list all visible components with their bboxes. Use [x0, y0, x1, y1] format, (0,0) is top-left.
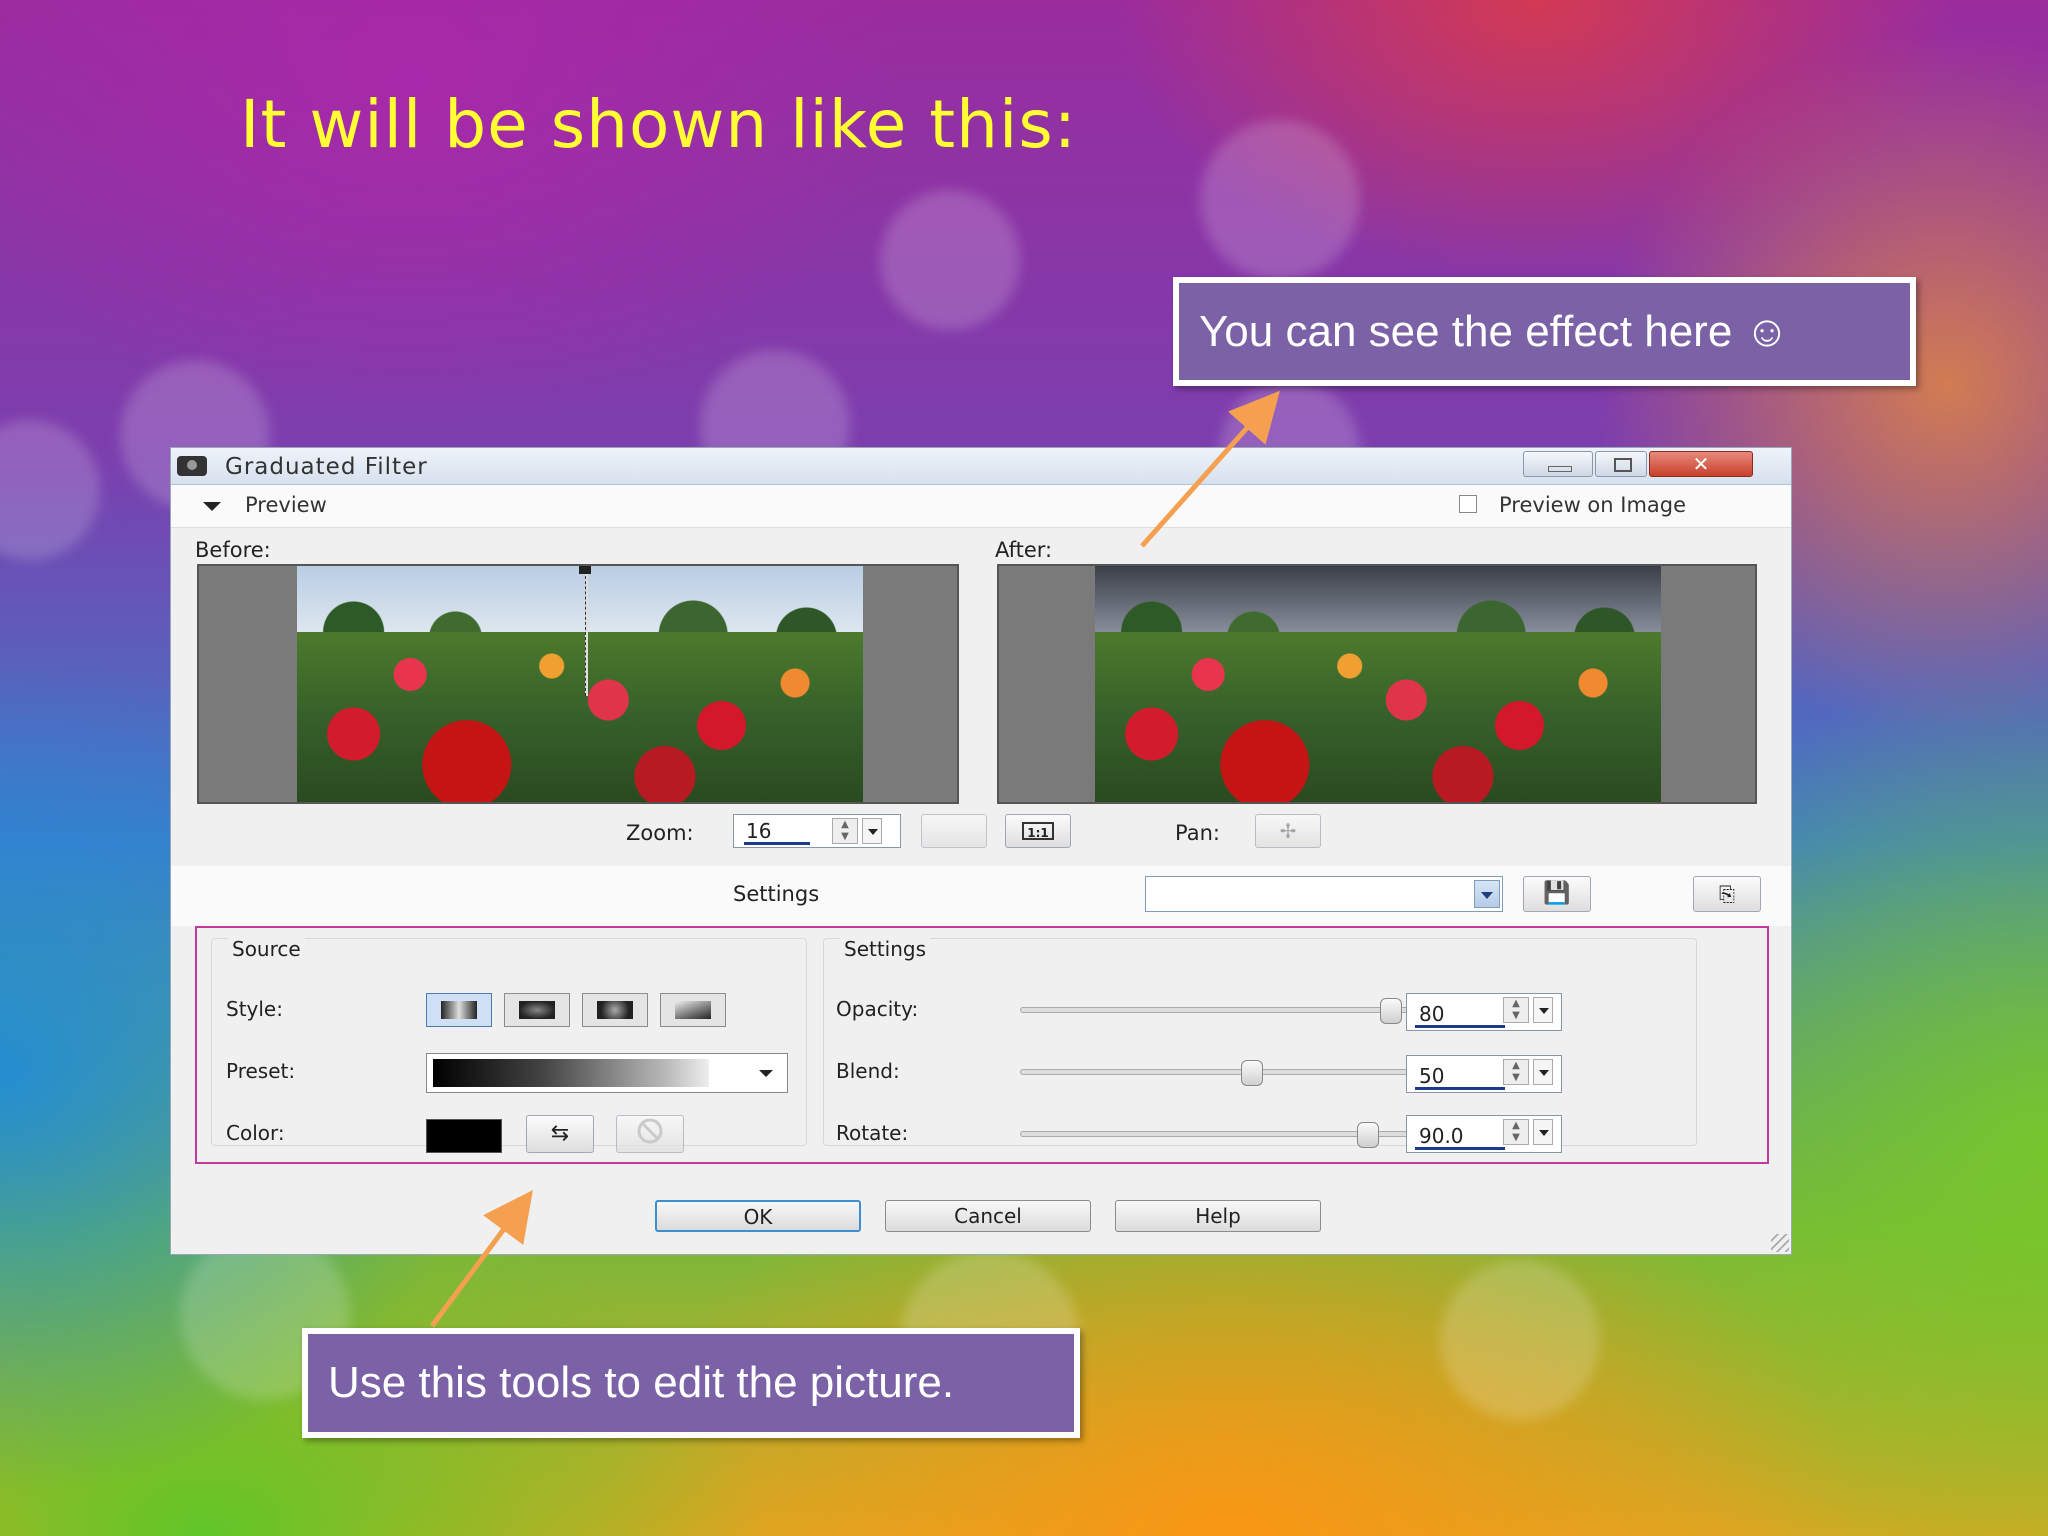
arrow-to-tools [429, 1189, 533, 1328]
callout-arrows [429, 390, 1280, 1328]
arrow-to-effect [1140, 390, 1280, 548]
